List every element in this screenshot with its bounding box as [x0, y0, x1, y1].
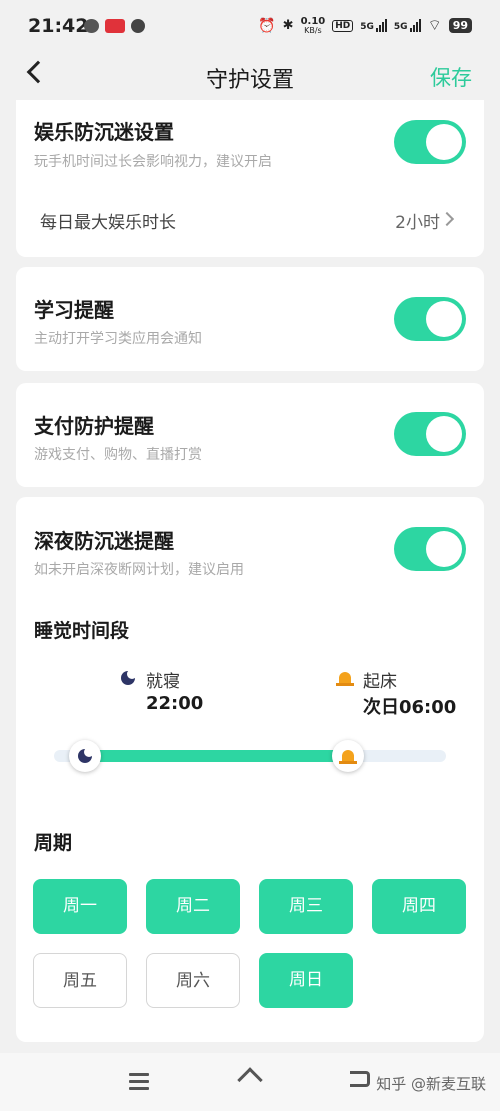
signal-2-bars-icon	[409, 19, 421, 32]
page-title: 守护设置	[205, 68, 294, 93]
sunrise-icon	[336, 672, 354, 686]
chevron-right-icon[interactable]	[439, 211, 455, 227]
study-title: 学习提醒	[34, 298, 114, 322]
weekday-button[interactable]: 周六	[146, 953, 240, 1008]
study-subtitle: 主动打开学习类应用会通知	[34, 331, 202, 347]
toggle-knob	[426, 416, 462, 452]
wake-value[interactable]: 次日06:00	[363, 693, 456, 719]
watermark: 知乎 @新麦互联	[376, 1075, 486, 1093]
payment-toggle[interactable]	[394, 412, 466, 456]
hd-icon: HD	[332, 19, 354, 32]
menu-icon[interactable]	[129, 1073, 149, 1094]
toggle-knob	[426, 301, 462, 337]
system-nav-bar: 知乎 @新麦互联	[0, 1053, 500, 1111]
bedtime-value[interactable]: 22:00	[146, 693, 203, 714]
weekday-button[interactable]: 周五	[33, 953, 127, 1008]
toggle-knob	[426, 531, 462, 567]
study-toggle[interactable]	[394, 297, 466, 341]
max-duration-value[interactable]: 2小时	[395, 208, 440, 233]
night-toggle[interactable]	[394, 527, 466, 571]
payment-subtitle: 游戏支付、购物、直播打赏	[34, 447, 202, 463]
status-right: ⏰ ✱ 0.10 KB/s HD 5G 5G ⌔ 99	[258, 16, 472, 35]
signal-2: 5G	[394, 19, 421, 32]
app-badge-icon	[105, 19, 125, 33]
moon-icon	[121, 669, 137, 685]
sleep-range-track[interactable]	[54, 740, 446, 772]
status-bar: 21:42 ⏰ ✱ 0.10 KB/s HD 5G 5G ⌔ 99	[0, 0, 500, 52]
signal-1: 5G	[360, 19, 387, 32]
save-button[interactable]: 保存	[430, 62, 472, 92]
moon-icon	[78, 747, 95, 763]
weekday-button[interactable]: 周一	[33, 879, 127, 934]
weekday-button[interactable]: 周三	[259, 879, 353, 934]
entertainment-subtitle: 玩手机时间过长会影响视力，建议开启	[34, 154, 272, 170]
night-title: 深夜防沉迷提醒	[34, 529, 174, 553]
system-back-icon[interactable]	[350, 1071, 370, 1087]
bedtime-handle[interactable]	[69, 740, 102, 772]
night-card: 深夜防沉迷提醒 如未开启深夜断网计划，建议启用 睡觉时间段 就寝 22:00 起…	[16, 497, 484, 1042]
sunrise-icon	[339, 750, 357, 764]
alarm-icon: ⏰	[258, 17, 276, 34]
status-time: 21:42	[28, 15, 89, 37]
net-speed-unit: KB/s	[304, 25, 322, 35]
study-card: 学习提醒 主动打开学习类应用会通知	[16, 267, 484, 371]
app-round-icon	[131, 19, 145, 33]
night-subtitle: 如未开启深夜断网计划，建议启用	[34, 562, 244, 578]
entertainment-title: 娱乐防沉迷设置	[34, 120, 174, 144]
entertainment-toggle[interactable]	[394, 120, 466, 164]
toggle-knob	[426, 124, 462, 160]
max-duration-label: 每日最大娱乐时长	[40, 213, 176, 233]
weekday-button[interactable]: 周二	[146, 879, 240, 934]
weekday-button[interactable]: 周四	[372, 879, 466, 934]
net-speed: 0.10 KB/s	[300, 15, 326, 35]
bedtime-label: 就寝	[146, 672, 180, 692]
nav-bar: 守护设置 保存	[0, 52, 500, 102]
wechat-icon	[84, 19, 99, 33]
entertainment-card: 娱乐防沉迷设置 玩手机时间过长会影响视力，建议开启 每日最大娱乐时长 2小时	[16, 100, 484, 257]
sleep-period-title: 睡觉时间段	[34, 620, 130, 642]
wake-handle[interactable]	[332, 740, 364, 772]
period-title: 周期	[34, 832, 73, 854]
notification-icons	[84, 19, 145, 33]
home-icon[interactable]	[238, 1070, 262, 1090]
wifi-icon: ⌔	[427, 16, 442, 34]
signal-2-label: 5G	[393, 22, 408, 32]
wake-label: 起床	[363, 672, 397, 692]
bluetooth-icon: ✱	[282, 18, 294, 33]
payment-card: 支付防护提醒 游戏支付、购物、直播打赏	[16, 383, 484, 487]
signal-1-bars-icon	[375, 19, 387, 32]
signal-1-label: 5G	[360, 22, 374, 32]
payment-title: 支付防护提醒	[34, 414, 154, 438]
net-speed-value: 0.10	[300, 15, 326, 27]
battery-icon: 99	[448, 18, 472, 33]
sleep-range-fill	[85, 750, 348, 762]
weekday-button[interactable]: 周日	[259, 953, 353, 1008]
